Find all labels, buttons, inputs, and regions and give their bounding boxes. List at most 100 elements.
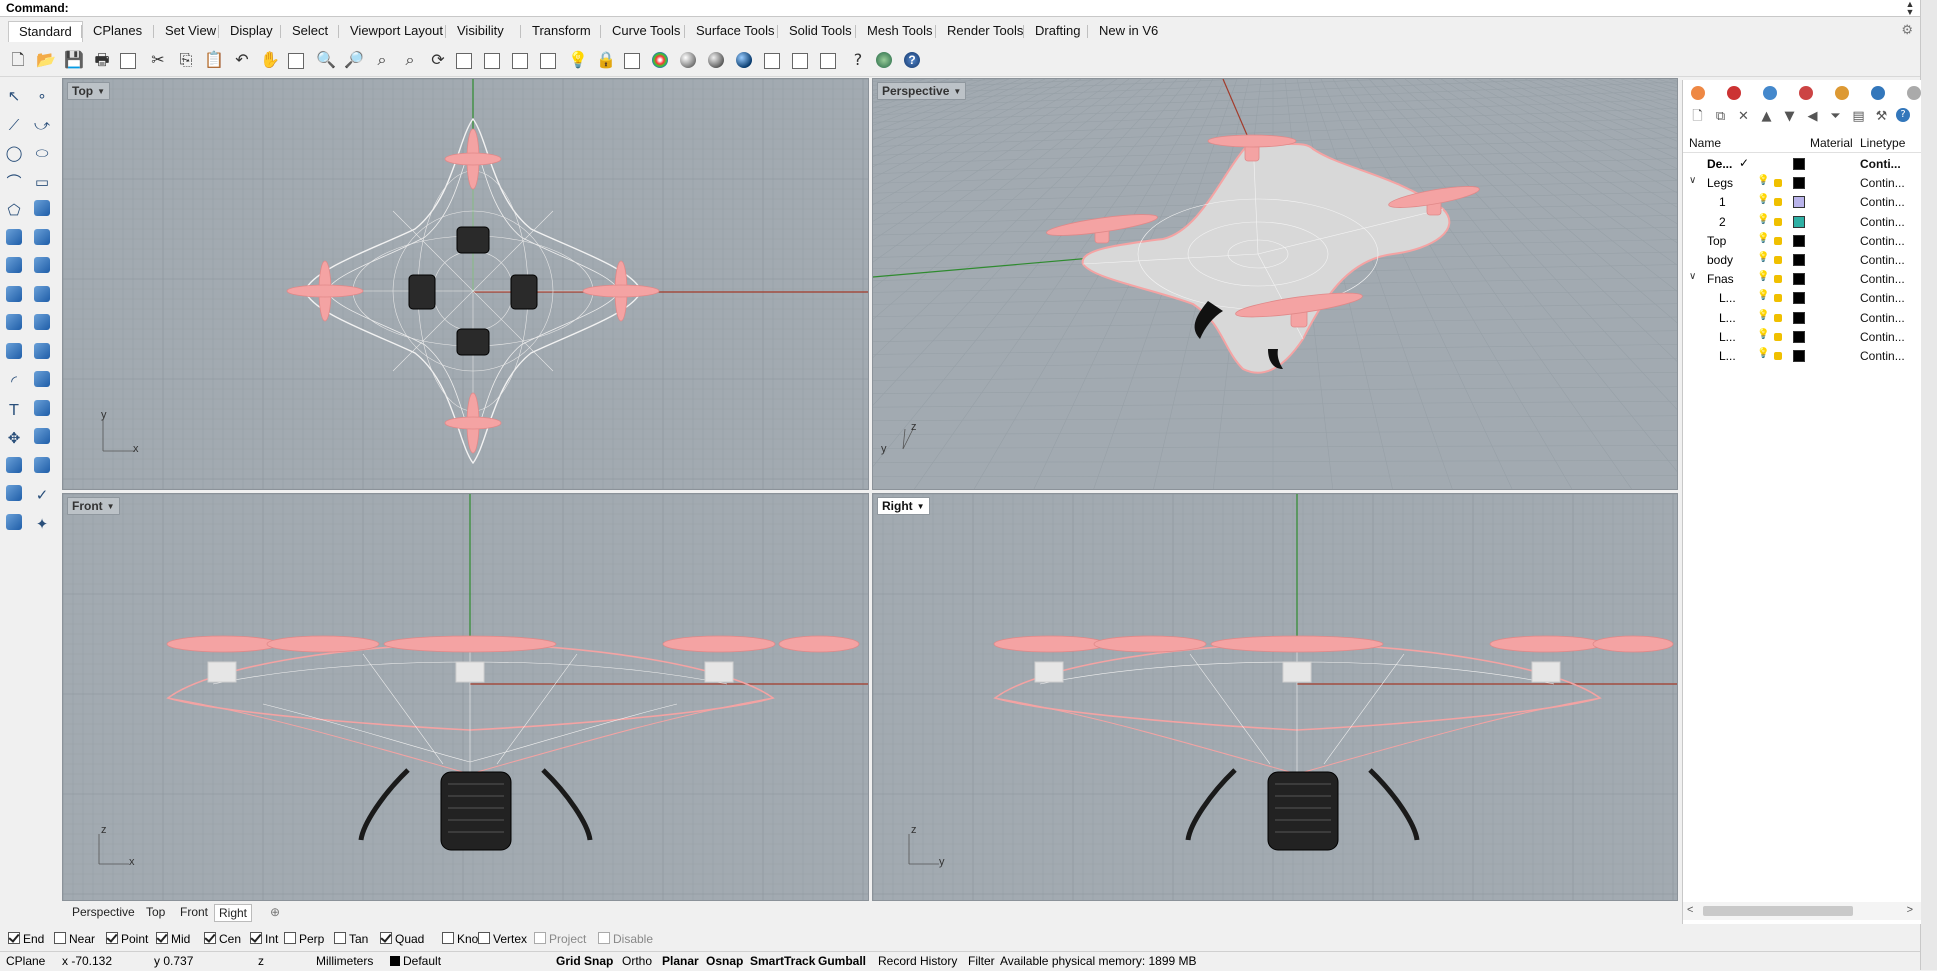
rotate-view-icon[interactable] [288,53,304,69]
tab-render-tools[interactable]: Render Tools [937,21,1033,41]
layer-color-swatch[interactable] [1793,234,1805,247]
tab-set-view[interactable]: Set View [155,21,226,41]
layer-row[interactable]: 2 💡 Contin... [1683,212,1921,231]
layer-color-swatch[interactable] [1793,350,1805,362]
layer-linetype[interactable]: Conti... [1860,157,1901,171]
move-down-icon[interactable]: ▼ [1781,108,1798,125]
expand-chevron-icon[interactable]: ∨ [1689,271,1696,282]
layer-color-swatch[interactable] [1793,273,1805,286]
save-icon[interactable]: 💾 [64,50,84,70]
layer-row[interactable]: ∨ Legs 💡 Contin... [1683,173,1921,192]
osnap-cen-checkbox[interactable] [204,932,216,944]
tab-standard[interactable]: Standard [8,21,83,42]
visibility-bulb-icon[interactable]: 💡 [1757,252,1769,266]
free-curve-icon[interactable] [34,200,50,216]
select-arrow-icon[interactable]: ↖ [4,86,24,106]
explode-icon[interactable] [6,314,22,330]
lock-icon[interactable] [1774,275,1782,284]
help-circle-icon[interactable]: ? [904,52,920,68]
named-views-tab-icon[interactable] [1871,86,1885,100]
tab-visibility[interactable]: Visibility [447,21,514,41]
delete-layer-icon[interactable]: ✕ [1735,108,1752,125]
tab-new-in-v6[interactable]: New in V6 [1089,21,1168,41]
render-object-icon[interactable] [484,53,500,69]
viewport-tab-front[interactable]: Front [176,904,212,920]
layer-color-swatch[interactable] [1793,196,1805,209]
osnap-knot-checkbox[interactable] [442,932,454,944]
show-object-icon[interactable] [512,53,528,69]
viewport-tab-perspective[interactable]: Perspective [68,904,139,920]
layer-row[interactable]: L... 💡 Contin... [1683,308,1921,327]
tools-icon[interactable]: ⚒ [1873,108,1890,125]
status-toggle-gumball[interactable]: Gumball [818,954,866,969]
tab-display[interactable]: Display [220,21,283,41]
osnap-point-checkbox[interactable] [106,932,118,944]
zoom-extents-icon[interactable]: ⌕ [372,50,392,70]
visibility-bulb-icon[interactable]: 💡 [1757,290,1769,304]
layer-color-swatch[interactable] [1793,177,1805,190]
loft-icon[interactable] [34,285,50,302]
copy-icon[interactable] [34,428,50,444]
status-toggle-smarttrack[interactable]: SmartTrack [750,954,815,969]
layer-linetype[interactable]: Contin... [1860,349,1905,363]
viewport-perspective-title[interactable]: Perspective ▼ [877,82,967,100]
status-toggle-record-history[interactable]: Record History [878,954,957,969]
layer-color-swatch[interactable] [1793,292,1805,305]
status-toggle-filter[interactable]: Filter [968,954,995,969]
viewport-top-title[interactable]: Top ▼ [67,82,111,100]
viewport-right[interactable]: Right ▼ z y [872,493,1678,901]
lights-icon[interactable]: ✦ [32,514,52,534]
layer-linetype[interactable]: Contin... [1860,330,1905,344]
text-icon[interactable]: T [4,400,24,420]
osnap-end[interactable]: End [8,932,44,946]
layer-color-swatch[interactable] [1793,330,1805,343]
lock-icon[interactable] [1774,256,1782,264]
visibility-bulb-icon[interactable]: 💡 [1757,194,1769,208]
osnap-tan-checkbox[interactable] [334,932,346,944]
tab-transform[interactable]: Transform [522,21,601,41]
scroll-right-icon[interactable]: > [1907,904,1913,916]
globe-icon[interactable] [876,52,892,68]
hide-object-icon[interactable] [540,53,556,69]
layer-icon[interactable] [624,53,640,69]
visibility-bulb-icon[interactable]: 💡 [1757,348,1769,362]
tab-solid-tools[interactable]: Solid Tools [779,21,862,41]
arc-icon[interactable]: ⌒ [4,172,24,192]
surface-icon[interactable] [6,228,22,245]
visibility-bulb-icon[interactable]: 💡 [1757,329,1769,343]
osnap-point[interactable]: Point [106,932,148,946]
cylinder-icon[interactable] [6,285,22,302]
viewport-top[interactable]: Top ▼ y x [62,78,869,490]
help-icon[interactable]: ? [1896,108,1910,122]
chamfer-icon[interactable] [34,371,50,387]
osnap-quad-checkbox[interactable] [380,932,392,944]
layer-color-swatch[interactable] [1793,158,1805,170]
tab-select[interactable]: Select [282,21,338,41]
ellipse-icon[interactable]: ⬭ [32,143,52,163]
layer-options-icon[interactable]: ▤ [1850,108,1867,125]
polygon-icon[interactable]: ⬠ [4,200,24,220]
osnap-perp[interactable]: Perp [284,932,324,946]
layer-row[interactable]: body 💡 Contin... [1683,250,1921,269]
osnap-end-checkbox[interactable] [8,932,20,944]
grasshopper-icon[interactable] [820,53,836,69]
scroll-left-icon[interactable]: < [1687,904,1693,916]
boolean-union-icon[interactable] [6,342,22,359]
osnap-perp-checkbox[interactable] [284,932,296,944]
sphere-icon[interactable] [34,257,50,273]
osnap-quad[interactable]: Quad [380,932,424,946]
osnap-vertex-checkbox[interactable] [478,932,490,944]
layers-tab-icon[interactable] [1727,86,1741,100]
rendered-sphere-icon[interactable] [708,52,724,68]
align-icon[interactable] [34,456,50,473]
osnap-int-checkbox[interactable] [250,932,262,944]
check-icon[interactable]: ✓ [32,485,52,505]
layer-color-swatch[interactable] [1793,215,1805,228]
lock-icon[interactable] [1774,198,1782,207]
status-toggle-ortho[interactable]: Ortho [622,954,652,969]
rectangle-icon[interactable]: ▭ [32,172,52,192]
lock-icon[interactable]: 🔒 [596,50,616,70]
visibility-bulb-icon[interactable]: 💡 [1757,214,1769,228]
display-tab-icon[interactable] [1763,86,1777,100]
status-units[interactable]: Millimeters [316,954,373,969]
